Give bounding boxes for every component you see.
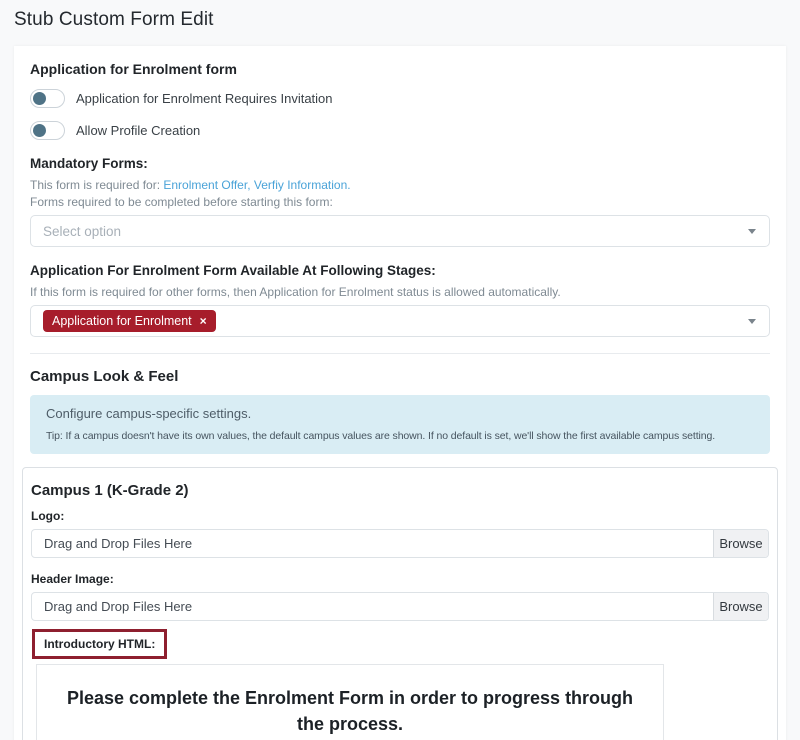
intro-html-label: Introductory HTML: — [44, 637, 155, 651]
header-image-file-input: Drag and Drop Files Here Browse — [31, 592, 769, 621]
enrolment-form-heading: Application for Enrolment form — [30, 61, 770, 77]
required-for-links[interactable]: Enrolment Offer, Verfiy Information. — [163, 178, 350, 192]
page-header: Stub Custom Form Edit — [0, 0, 800, 46]
chevron-down-icon — [748, 319, 756, 324]
required-for-prefix: This form is required for: — [30, 178, 163, 192]
stage-tag: Application for Enrolment × — [43, 310, 216, 332]
requires-invitation-label: Application for Enrolment Requires Invit… — [76, 91, 333, 106]
toggle-row-requires-invitation: Application for Enrolment Requires Invit… — [30, 89, 770, 108]
allow-profile-creation-toggle[interactable] — [30, 121, 65, 140]
forms-before-label: Forms required to be completed before st… — [30, 195, 770, 210]
campus-look-feel-heading: Campus Look & Feel — [30, 368, 770, 385]
header-image-browse-button[interactable]: Browse — [713, 593, 768, 620]
toggle-knob-icon — [33, 92, 46, 105]
stage-tag-label: Application for Enrolment — [52, 313, 192, 329]
chevron-down-icon — [748, 229, 756, 234]
stage-tag-remove-icon[interactable]: × — [200, 313, 207, 329]
toggle-knob-icon — [33, 124, 46, 137]
section-divider — [30, 353, 770, 354]
required-for-line: This form is required for: Enrolment Off… — [30, 178, 770, 193]
logo-label: Logo: — [31, 509, 769, 523]
mandatory-forms-select-placeholder: Select option — [43, 224, 121, 239]
intro-html-annotation-box: Introductory HTML: — [32, 629, 167, 659]
stages-multiselect[interactable]: Application for Enrolment × — [30, 305, 770, 337]
stages-hint: If this form is required for other forms… — [30, 285, 770, 300]
form-card: Application for Enrolment form Applicati… — [14, 46, 786, 740]
alert-tip-line: Tip: If a campus doesn't have its own va… — [46, 430, 754, 442]
campus-card: Campus 1 (K-Grade 2) Logo: Drag and Drop… — [22, 467, 778, 740]
allow-profile-creation-label: Allow Profile Creation — [76, 123, 200, 138]
logo-file-input: Drag and Drop Files Here Browse — [31, 529, 769, 558]
stages-heading: Application For Enrolment Form Available… — [30, 263, 770, 278]
campus-card-heading: Campus 1 (K-Grade 2) — [31, 482, 769, 499]
page-title: Stub Custom Form Edit — [14, 9, 800, 31]
logo-drop-zone[interactable]: Drag and Drop Files Here — [32, 530, 713, 557]
logo-browse-button[interactable]: Browse — [713, 530, 768, 557]
preview-heading: Please complete the Enrolment Form in or… — [61, 685, 639, 737]
intro-html-preview[interactable]: Please complete the Enrolment Form in or… — [36, 664, 664, 740]
campus-info-alert: Configure campus-specific settings. Tip:… — [30, 395, 770, 454]
mandatory-forms-select[interactable]: Select option — [30, 215, 770, 247]
alert-line1: Configure campus-specific settings. — [46, 406, 754, 421]
header-image-label: Header Image: — [31, 572, 769, 586]
header-image-drop-zone[interactable]: Drag and Drop Files Here — [32, 593, 713, 620]
mandatory-forms-heading: Mandatory Forms: — [30, 156, 770, 171]
requires-invitation-toggle[interactable] — [30, 89, 65, 108]
toggle-row-allow-profile-creation: Allow Profile Creation — [30, 121, 770, 140]
